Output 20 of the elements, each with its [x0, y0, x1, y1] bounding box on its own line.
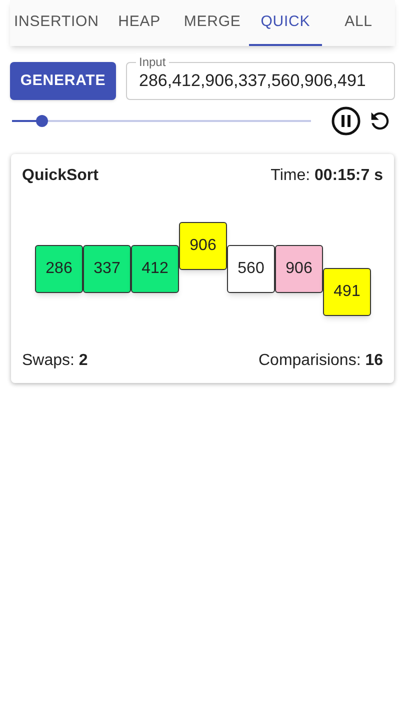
array-bar: 906 [179, 222, 227, 270]
comparisons-label: Comparisions: 16 [258, 351, 383, 371]
tab[interactable]: ALL [322, 0, 396, 46]
array-bar: 337 [83, 244, 131, 292]
tab[interactable]: INSERTION [10, 0, 103, 46]
card-title: QuickSort [22, 166, 98, 186]
generate-button[interactable]: GENERATE [10, 62, 116, 100]
tab[interactable]: MERGE [176, 0, 249, 46]
array-bar: 906 [275, 244, 323, 292]
array-bar: 491 [323, 268, 371, 316]
swaps-label: Swaps: 2 [22, 351, 88, 371]
pause-icon[interactable] [331, 106, 361, 136]
tab[interactable]: HEAP [102, 0, 176, 46]
array-bar: 560 [227, 244, 275, 292]
tab[interactable]: QUICK [248, 0, 322, 46]
speed-slider[interactable] [12, 114, 311, 128]
array-bar: 412 [131, 244, 179, 292]
time-label: Time: 00:15:7 s [270, 166, 383, 186]
slider-thumb[interactable] [36, 115, 48, 127]
array-bar: 286 [35, 244, 83, 292]
